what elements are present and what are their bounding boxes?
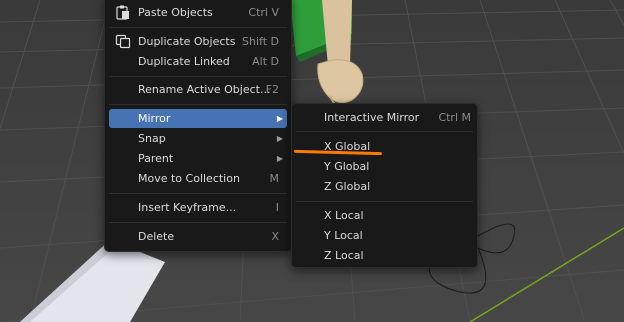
menu-item-label: X Local	[324, 209, 364, 222]
submenu-arrow-icon: ▶	[276, 134, 283, 143]
menu-item-shortcut: F2	[265, 83, 279, 96]
menu-separator	[109, 222, 287, 223]
menu-separator	[109, 27, 287, 28]
menu-item-x-local[interactable]: X Local	[296, 206, 473, 225]
menu-item-label: Interactive Mirror	[324, 111, 420, 124]
menu-item-label: Y Local	[324, 229, 363, 242]
menu-item-label: Snap	[138, 132, 166, 145]
menu-item-z-global[interactable]: Z Global	[296, 177, 473, 196]
menu-item-y-global[interactable]: Y Global	[296, 157, 473, 176]
menu-item-z-local[interactable]: Z Local	[296, 246, 473, 265]
menu-item-y-local[interactable]: Y Local	[296, 226, 473, 245]
menu-item-move-to-collection[interactable]: Move to Collection M	[109, 169, 287, 188]
mirror-submenu: Interactive Mirror Ctrl M X Global Y Glo…	[291, 103, 478, 268]
menu-item-label: Insert Keyframe...	[138, 201, 237, 214]
menu-item-delete[interactable]: Delete X	[109, 227, 287, 246]
menu-item-label: Z Local	[324, 249, 364, 262]
menu-item-duplicate-objects[interactable]: Duplicate Objects Shift D	[109, 32, 287, 51]
menu-item-shortcut: Alt D	[252, 55, 279, 68]
submenu-arrow-icon: ▶	[276, 154, 283, 163]
menu-item-shortcut: Ctrl M	[438, 111, 471, 124]
menu-item-duplicate-linked[interactable]: Duplicate Linked Alt D	[109, 52, 287, 71]
menu-separator	[296, 131, 473, 132]
menu-item-label: Z Global	[324, 180, 371, 193]
menu-item-paste-objects[interactable]: Paste Objects Ctrl V	[109, 3, 287, 22]
menu-item-label: Parent	[138, 152, 174, 165]
menu-item-label: Y Global	[324, 160, 370, 173]
menu-item-label: Delete	[138, 230, 175, 243]
menu-separator	[296, 201, 473, 202]
menu-item-label: Paste Objects	[138, 6, 213, 19]
menu-item-shortcut: X	[271, 230, 279, 243]
menu-item-label: Duplicate Objects	[138, 35, 236, 48]
menu-item-parent[interactable]: Parent ▶	[109, 149, 287, 168]
object-context-menu: Paste Objects Ctrl V Duplicate Objects S…	[104, 0, 292, 252]
menu-item-insert-keyframe[interactable]: Insert Keyframe... I	[109, 198, 287, 217]
menu-separator	[109, 104, 287, 105]
menu-item-label: Mirror	[138, 112, 171, 125]
menu-item-rename-active-object[interactable]: Rename Active Object... F2	[109, 80, 287, 99]
menu-separator	[109, 193, 287, 194]
menu-item-mirror[interactable]: Mirror ▶	[109, 109, 287, 128]
menu-item-label: Duplicate Linked	[138, 55, 230, 68]
menu-separator	[109, 76, 287, 77]
menu-item-label: Rename Active Object...	[138, 83, 271, 96]
menu-item-shortcut: M	[269, 172, 280, 185]
menu-item-shortcut: Shift D	[242, 35, 279, 48]
submenu-arrow-icon: ▶	[276, 114, 283, 123]
menu-item-interactive-mirror[interactable]: Interactive Mirror Ctrl M	[296, 108, 473, 127]
duplicate-icon	[115, 34, 131, 49]
menu-item-shortcut: I	[275, 201, 279, 214]
menu-item-label: Move to Collection	[138, 172, 240, 185]
paste-icon	[115, 5, 131, 20]
menu-item-snap[interactable]: Snap ▶	[109, 129, 287, 148]
menu-item-shortcut: Ctrl V	[248, 6, 279, 19]
